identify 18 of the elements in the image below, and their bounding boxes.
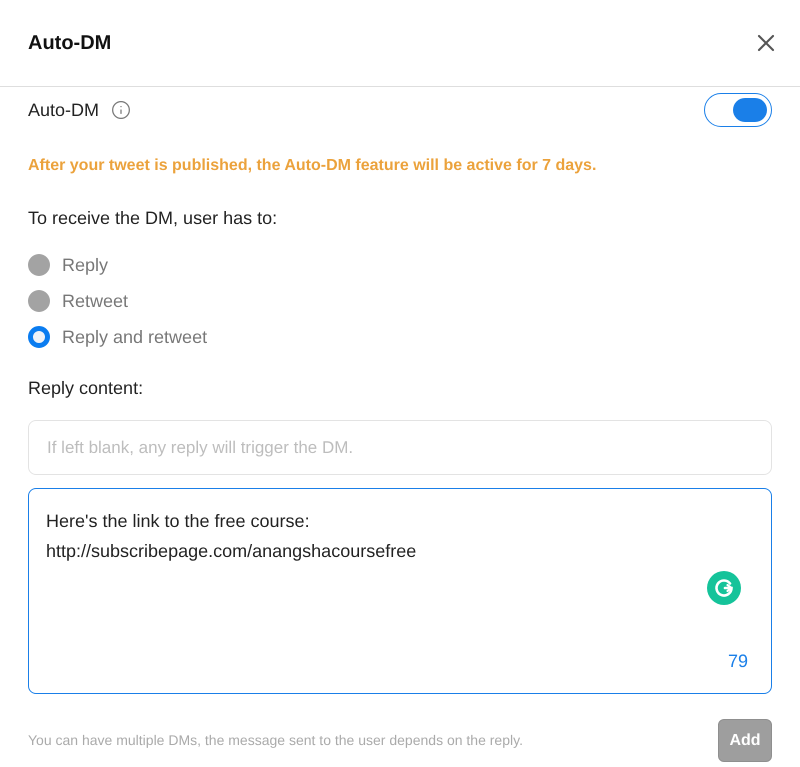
radio-label[interactable]: Retweet [62, 288, 128, 314]
message-field[interactable]: Here's the link to the free course: http://subscribepage.com/anangshacoursefree 79 [28, 488, 772, 694]
condition-label: To receive the DM, user has to: [28, 207, 278, 230]
footer-hint: You can have multiple DMs, the message sent to the user depends on the reply. [28, 731, 523, 750]
trigger-input-field[interactable]: If left blank, any reply will trigger the DM. [28, 420, 772, 475]
auto-dm-toggle[interactable] [704, 93, 772, 127]
radio-button[interactable] [28, 254, 50, 276]
radio-button[interactable] [28, 290, 50, 312]
radio-label[interactable]: Reply and retweet [62, 324, 208, 350]
character-counter: 79 [728, 650, 748, 673]
notice-text: After your tweet is published, the Auto-DM feature will be active for 7 days. [28, 156, 598, 176]
auto-dm-label: Auto-DM [28, 98, 100, 122]
g-circle-icon[interactable] [707, 571, 741, 605]
radio-button[interactable] [28, 326, 50, 348]
radio-label[interactable]: Reply [62, 252, 108, 278]
dialog-title: Auto-DM [28, 31, 112, 56]
info-icon[interactable] [111, 100, 132, 120]
reply-content-label: Reply content: [28, 377, 144, 400]
